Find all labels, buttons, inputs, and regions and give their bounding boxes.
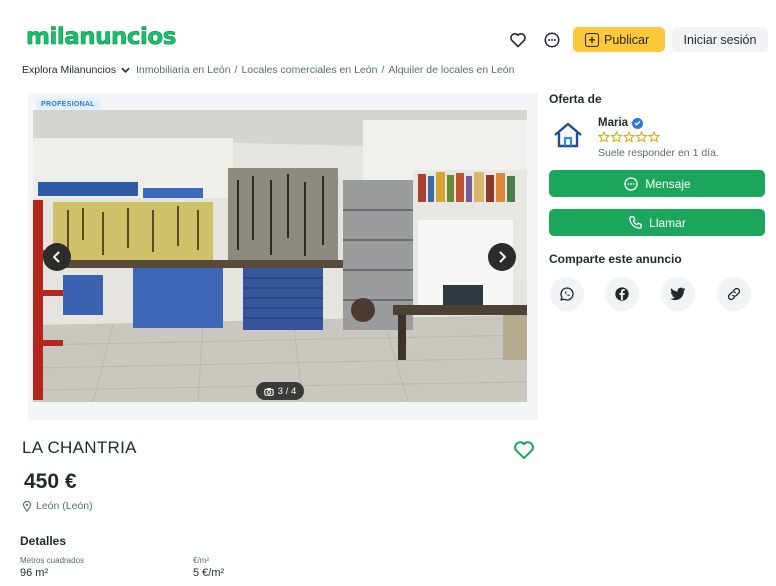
breadcrumb-separator: / — [234, 64, 238, 76]
photo-counter-text: 3 / 4 — [277, 385, 297, 397]
phone-icon — [629, 216, 642, 229]
chevron-left-icon — [53, 251, 60, 263]
publish-label: Publicar — [604, 32, 650, 47]
detail-label-m2: Metros cuadrados — [20, 556, 85, 565]
photo-counter: 3 / 4 — [256, 382, 304, 400]
breadcrumb: Explora Milanuncios Inmobiliaria en León… — [22, 64, 514, 76]
previous-photo-button[interactable] — [43, 243, 71, 271]
facebook-icon — [615, 287, 629, 301]
location-text: León (León) — [36, 500, 93, 512]
detail-label-price-per-m2: €/m² — [193, 556, 209, 565]
plus-square-icon: + — [585, 32, 599, 47]
share-twitter-button[interactable] — [661, 277, 695, 311]
listing-location: León (León) — [22, 500, 93, 512]
call-button-label: Llamar — [649, 215, 686, 230]
next-photo-button[interactable] — [488, 243, 516, 271]
seller-name[interactable]: Maria — [598, 117, 644, 129]
location-pin-icon — [22, 500, 32, 512]
seller-house-logo[interactable] — [551, 120, 585, 150]
share-facebook-button[interactable] — [605, 277, 639, 311]
explore-dropdown[interactable]: Explora Milanuncios — [22, 64, 116, 76]
share-heading: Comparte este anuncio — [549, 252, 682, 266]
chevron-right-icon — [499, 251, 506, 263]
chevron-down-icon[interactable] — [121, 65, 130, 75]
favorites-heart-icon[interactable] — [508, 30, 528, 50]
detail-value-price-per-m2: 5 €/m² — [193, 567, 225, 579]
breadcrumb-link-alquiler[interactable]: Alquiler de locales en León — [388, 64, 514, 76]
breadcrumb-link-inmobiliaria[interactable]: Inmobiliaria en León — [136, 64, 231, 76]
details-heading: Detalles — [20, 534, 67, 548]
seller-rating-stars — [597, 130, 661, 146]
detail-value-m2: 96 m² — [20, 567, 49, 579]
offer-heading: Oferta de — [549, 92, 602, 106]
camera-icon — [264, 387, 274, 396]
favorite-heart-icon[interactable] — [513, 440, 535, 460]
login-button[interactable]: Iniciar sesión — [672, 27, 768, 52]
share-link-button[interactable] — [717, 277, 751, 311]
milanuncios-logo[interactable]: milanuncios — [26, 24, 177, 51]
publish-button[interactable]: + Publicar — [573, 27, 665, 52]
verified-check-icon — [632, 117, 644, 129]
call-button[interactable]: Llamar — [549, 209, 765, 236]
professional-badge: PROFESIONAL — [36, 98, 100, 110]
star-rating-icon — [597, 130, 661, 143]
message-button-label: Mensaje — [645, 176, 691, 191]
listing-price: 450 € — [24, 470, 77, 493]
twitter-icon — [670, 287, 686, 301]
workshop-photo-illustration — [33, 110, 527, 402]
message-button[interactable]: Mensaje — [549, 170, 765, 197]
breadcrumb-separator: / — [381, 64, 385, 76]
response-time-text: Suele responder en 1 día. — [598, 147, 719, 159]
seller-name-text: Maria — [598, 117, 629, 129]
share-whatsapp-button[interactable] — [550, 277, 584, 311]
chat-bubble-icon — [624, 176, 638, 191]
listing-photo[interactable] — [33, 110, 527, 402]
link-icon — [727, 287, 741, 301]
top-header: milanuncios + Publicar Iniciar sesión — [0, 0, 776, 62]
breadcrumb-link-locales[interactable]: Locales comerciales en León — [241, 64, 377, 76]
messages-chat-icon[interactable] — [542, 30, 562, 50]
listing-title: LA CHANTRIA — [22, 438, 137, 457]
whatsapp-icon — [560, 287, 574, 301]
